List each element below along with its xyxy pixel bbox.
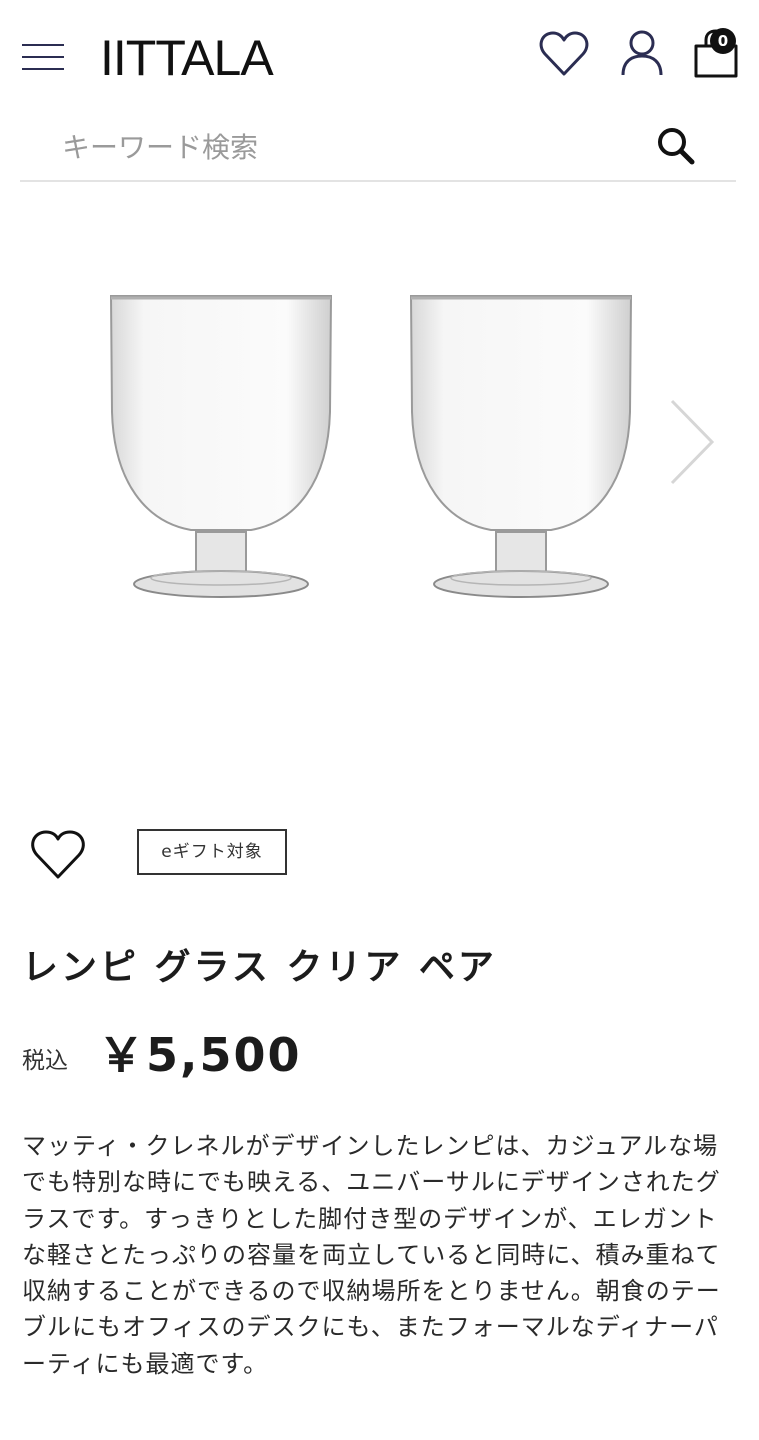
favorite-heart-icon[interactable]: [28, 828, 88, 882]
site-header: IITTALA 0: [0, 0, 759, 115]
cart-count-badge: 0: [710, 28, 736, 54]
search-input[interactable]: [60, 124, 624, 170]
glass-image-left: [109, 295, 333, 598]
user-account-icon[interactable]: [618, 28, 666, 78]
tax-label: 税込: [22, 1048, 68, 1074]
product-price: ￥5,500: [98, 1028, 302, 1082]
shopping-bag-icon[interactable]: 0: [690, 26, 742, 80]
search-icon[interactable]: [654, 124, 700, 168]
brand-logo[interactable]: IITTALA: [100, 30, 274, 86]
glass-image-right: [409, 295, 633, 598]
product-title: レンピ グラス クリア ペア: [22, 947, 497, 988]
product-image-carousel[interactable]: [0, 182, 759, 802]
search-bar: [20, 112, 736, 182]
egift-badge: eギフト対象: [137, 829, 287, 875]
product-description: マッティ・クレネルがデザインしたレンピは、カジュアルな場でも特別な時にでも映える…: [22, 1132, 721, 1378]
chevron-right-icon[interactable]: [664, 397, 720, 487]
hamburger-menu-icon[interactable]: [22, 38, 66, 76]
wishlist-heart-icon[interactable]: [538, 30, 590, 78]
